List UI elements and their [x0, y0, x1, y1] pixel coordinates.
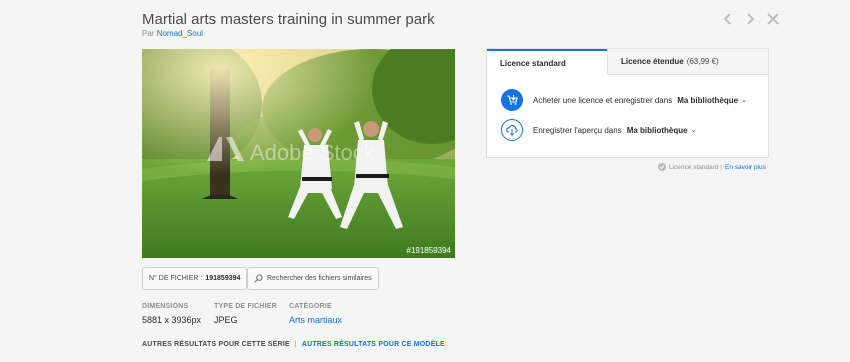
photo-illustration: Adobe Stock — [142, 49, 455, 258]
find-similar-label: Rechercher des fichiers similaires — [267, 275, 372, 282]
tab-standard-label: Licence standard — [500, 58, 566, 68]
dimensions-field: DIMENSIONS 5881 x 3936px — [142, 303, 201, 325]
category-link[interactable]: Arts martiaux — [289, 315, 342, 325]
tab-extended-label: Licence étendue — [621, 57, 684, 66]
author-link[interactable]: Nomad_Soul — [157, 29, 203, 38]
tab-extended-licence[interactable]: Licence étendue (63,99 €) — [607, 49, 768, 75]
filetype-value: JPEG — [214, 315, 238, 325]
byline-prefix: Par — [142, 29, 155, 38]
cart-download-icon — [501, 89, 523, 111]
search-icon — [254, 274, 263, 283]
stock-photo[interactable]: Adobe Stock #191859394 — [142, 49, 455, 258]
related-results-links: AUTRES RÉSULTATS POUR CETTE SÉRIE | AUTR… — [142, 341, 445, 348]
category-field: CATÉGORIE Arts martiaux — [289, 303, 342, 325]
author-byline: Par Nomad_Soul — [142, 29, 203, 38]
save-preview-action[interactable]: Enregistrer l'aperçu dans Ma bibliothèqu… — [501, 119, 696, 141]
filetype-label: TYPE DE FICHIER — [214, 303, 277, 310]
find-similar-button[interactable]: Rechercher des fichiers similaires — [247, 267, 379, 290]
save-library-select[interactable]: Ma bibliothèque — [627, 126, 688, 135]
save-preview-label: Enregistrer l'aperçu dans — [533, 125, 622, 135]
previous-button[interactable] — [720, 11, 736, 27]
tab-standard-licence[interactable]: Licence standard — [487, 49, 607, 75]
page-title: Martial arts masters training in summer … — [142, 11, 435, 28]
file-number-chip[interactable]: N° DE FICHIER : 191859394 — [142, 267, 248, 290]
category-label: CATÉGORIE — [289, 303, 332, 310]
check-circle-icon — [658, 163, 666, 171]
dimensions-label: DIMENSIONS — [142, 303, 189, 310]
chevron-right-icon — [747, 13, 755, 25]
chevron-down-icon: ⌄ — [690, 127, 697, 134]
file-number-label: N° DE FICHIER : — [149, 275, 203, 282]
next-button[interactable] — [742, 11, 758, 27]
learn-more-link[interactable]: En savoir plus — [725, 164, 766, 171]
close-button[interactable] — [765, 11, 781, 27]
licence-panel: Licence standard Licence étendue (63,99 … — [486, 48, 769, 158]
licence-note: Licence standard | En savoir plus — [658, 163, 766, 171]
filetype-field: TYPE DE FICHIER JPEG — [214, 303, 277, 325]
tab-extended-price: (63,99 €) — [686, 57, 719, 66]
close-icon — [767, 13, 779, 25]
dimensions-value: 5881 x 3936px — [142, 315, 202, 325]
more-series-link[interactable]: AUTRES RÉSULTATS POUR CETTE SÉRIE — [142, 341, 290, 348]
buy-licence-action[interactable]: Acheter une licence et enregistrer dans … — [501, 89, 747, 111]
more-model-link[interactable]: AUTRES RÉSULTATS POUR CE MODÈLE — [302, 341, 445, 348]
links-separator: | — [294, 341, 297, 348]
cloud-download-icon — [501, 119, 523, 141]
licence-tabs: Licence standard Licence étendue (63,99 … — [487, 49, 768, 75]
licence-note-text: Licence standard | — [669, 163, 722, 171]
chevron-down-icon: ⌄ — [741, 97, 747, 104]
file-number-value: 191859394 — [205, 275, 241, 282]
buy-licence-label: Acheter une licence et enregistrer dans — [533, 95, 673, 105]
photo-id-overlay: #191859394 — [406, 246, 452, 255]
buy-library-select[interactable]: Ma bibliothèque — [677, 96, 738, 105]
watermark-text: Adobe Stock — [250, 140, 376, 165]
chevron-left-icon — [723, 13, 731, 25]
